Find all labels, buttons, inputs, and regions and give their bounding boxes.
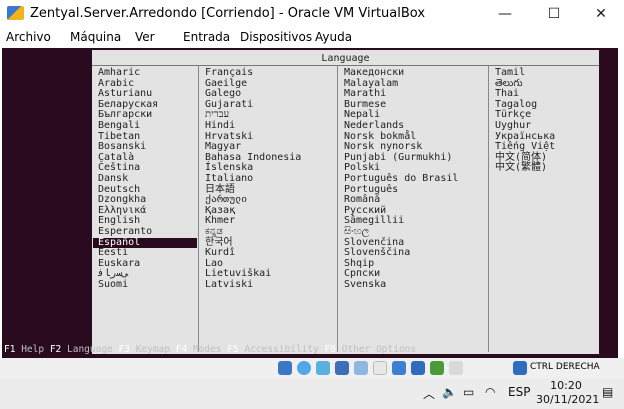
language-column-3: Македонски Malayalam Marathi Burmese Nepali N…: [339, 67, 487, 291]
usb-icon[interactable]: [354, 361, 368, 375]
window-title: Zentyal.Server.Arredondo [Corriendo] - O…: [30, 6, 426, 21]
language-option[interactable]: Esperanto: [93, 226, 197, 238]
language-column-1: Amharic Arabic Asturianu Беларуская Българск…: [93, 67, 197, 291]
vt-x-icon[interactable]: [430, 361, 444, 375]
fkey-f5-label: Accessibility: [244, 344, 319, 355]
language-option[interactable]: Uyghur: [490, 120, 594, 132]
menu-bar: Archivo Máquina Ver Entrada Dispositivos…: [0, 28, 624, 48]
language-option[interactable]: Tamil: [490, 67, 594, 79]
language-option[interactable]: Dansk: [93, 173, 197, 185]
keyboard-capture-icon[interactable]: [513, 361, 527, 375]
fkey-f2-label: Language: [67, 344, 113, 355]
battery-icon[interactable]: ▭: [463, 385, 474, 399]
input-language[interactable]: ESP: [508, 385, 530, 399]
menu-archivo[interactable]: Archivo: [6, 30, 51, 44]
shared-folders-icon[interactable]: [373, 361, 387, 375]
language-option[interactable]: Français: [200, 67, 336, 79]
language-option[interactable]: Bengali: [93, 120, 197, 132]
language-column-2: Français Gaeilge Galego Gujarati עברית Hindi H…: [200, 67, 336, 291]
audio-icon[interactable]: [316, 361, 330, 375]
language-option[interactable]: Amharic: [93, 67, 197, 79]
fkey-f2[interactable]: F2: [50, 344, 61, 355]
language-option[interactable]: Italiano: [200, 173, 336, 185]
menu-entrada[interactable]: Entrada: [183, 30, 230, 44]
language-column-4: Tamil తెలుగు Thai Tagalog Türkçe Uyghur Україн…: [490, 67, 594, 174]
optical-drive-icon[interactable]: [297, 361, 311, 375]
menu-maquina[interactable]: Máquina: [70, 30, 121, 44]
column-divider: [488, 66, 489, 352]
wifi-icon[interactable]: ◠: [485, 385, 495, 399]
language-option[interactable]: Suomi: [93, 279, 197, 291]
fkey-f5[interactable]: F5: [227, 344, 238, 355]
language-option[interactable]: Svenska: [339, 279, 487, 291]
notifications-icon[interactable]: ▤: [602, 385, 613, 399]
host-key-label: CTRL DERECHA: [530, 362, 600, 372]
close-button[interactable]: ✕: [584, 4, 618, 24]
fkey-f1-label: Help: [21, 344, 45, 355]
mouse-integration-icon[interactable]: [449, 361, 463, 375]
maximize-button[interactable]: ☐: [537, 4, 571, 24]
language-option[interactable]: Македонски: [339, 67, 487, 79]
fkey-f3[interactable]: F3: [119, 344, 130, 355]
vm-status-bar: CTRL DERECHA: [0, 358, 624, 378]
minimize-button[interactable]: —: [488, 4, 522, 24]
fkey-f3-label: Keymap: [135, 344, 171, 355]
clock-time: 10:20: [550, 379, 582, 392]
language-panel: Language Amharic Arabic Asturianu Беларуска…: [92, 50, 599, 354]
fkey-f4[interactable]: F4: [176, 344, 187, 355]
volume-icon[interactable]: 🔈: [442, 385, 457, 399]
chevron-up-icon[interactable]: ︿: [423, 385, 435, 402]
menu-ayuda[interactable]: Ayuda: [315, 30, 352, 44]
menu-dispositivos[interactable]: Dispositivos: [240, 30, 312, 44]
language-panel-title: Language: [321, 53, 370, 64]
windows-taskbar: ︿ 🔈 ▭ ◠ ESP 10:20 30/11/2021 ▤: [0, 378, 624, 409]
column-divider: [337, 66, 338, 352]
menu-ver[interactable]: Ver: [135, 30, 155, 44]
panel-divider: [92, 65, 599, 66]
clock[interactable]: 10:20 30/11/2021: [536, 379, 600, 407]
virtualbox-icon: [7, 6, 24, 20]
clock-date: 30/11/2021: [536, 393, 600, 406]
language-option[interactable]: Hindi: [200, 120, 336, 132]
window-titlebar: Zentyal.Server.Arredondo [Corriendo] - O…: [0, 0, 624, 28]
fkey-f1[interactable]: F1: [4, 344, 15, 355]
display-icon[interactable]: [392, 361, 406, 375]
function-key-bar: F1 Help F2 Language F3 Keymap F4 Modes F…: [4, 344, 618, 356]
fkey-f6-label: Other Options: [341, 344, 417, 355]
harddisk-icon[interactable]: [278, 361, 292, 375]
language-option[interactable]: Latviski: [200, 279, 336, 291]
language-option[interactable]: සිංහල: [339, 226, 487, 238]
fkey-f4-label: Modes: [192, 344, 222, 355]
language-option[interactable]: ಕನ್ನಡ: [200, 226, 336, 238]
video-capture-icon[interactable]: [411, 361, 425, 375]
language-option[interactable]: 中文(繁體): [490, 163, 594, 174]
column-divider: [198, 66, 199, 352]
network-icon[interactable]: [335, 361, 349, 375]
language-option[interactable]: Nederlands: [339, 120, 487, 132]
fkey-f6[interactable]: F6: [325, 344, 336, 355]
language-option[interactable]: Português do Brasil: [339, 173, 487, 185]
